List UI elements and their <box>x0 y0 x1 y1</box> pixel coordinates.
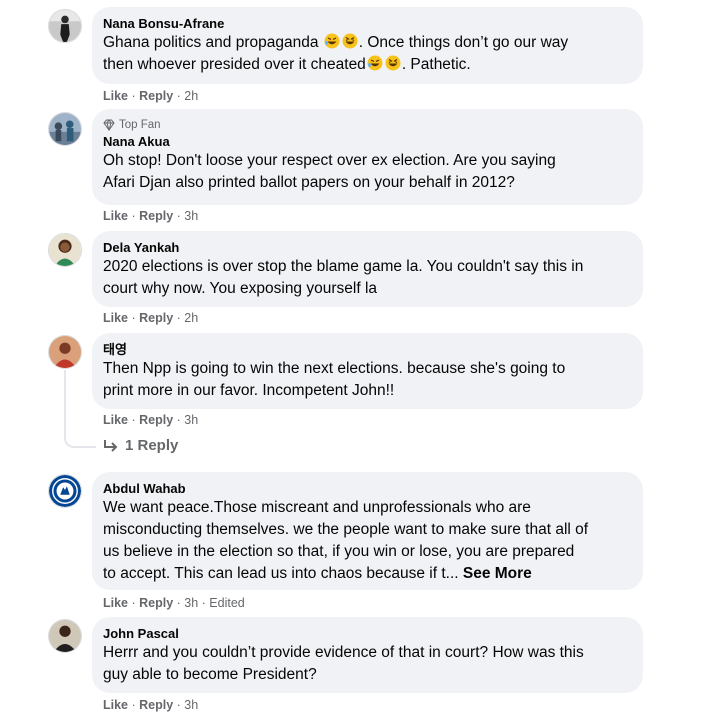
comment-text-line: print more in our favor. Incompetent Joh… <box>103 382 395 399</box>
group-photo-avatar-icon <box>49 113 81 145</box>
comment-text-part: Ghana politics and propaganda <box>103 34 319 51</box>
badge-label: Top Fan <box>119 119 161 131</box>
comment-text-line: to accept. This can lead us into chaos b… <box>103 565 459 582</box>
comment-author[interactable]: John Pascal <box>103 625 631 642</box>
reply-button[interactable]: Reply <box>139 413 173 427</box>
grinning-squinting-emoji-icon <box>342 33 358 49</box>
comment-text: Herrr and you couldn’t provide evidence … <box>103 642 631 686</box>
comment-bubble: Top Fan Nana Akua Oh stop! Don't loose y… <box>92 109 643 205</box>
comment-actions: Like · Reply · 3h <box>103 698 199 712</box>
comment-text-line: Then Npp is going to win the next electi… <box>103 360 566 377</box>
comment-text: We want peace.Those miscreant and unprof… <box>103 497 631 585</box>
comment-text-part: . Once things don’t go our way <box>358 34 569 51</box>
like-button[interactable]: Like <box>103 413 128 427</box>
chelsea-crest-avatar-icon <box>49 475 81 507</box>
timestamp[interactable]: 3h <box>184 413 198 427</box>
like-button[interactable]: Like <box>103 698 128 712</box>
reply-button[interactable]: Reply <box>139 89 173 103</box>
avatar[interactable] <box>48 112 82 146</box>
reply-button[interactable]: Reply <box>139 209 173 223</box>
comment-text-line: We want peace.Those miscreant and unprof… <box>103 499 531 516</box>
comment-author[interactable]: Dela Yankah <box>103 239 631 256</box>
comment-bubble: 태영 Then Npp is going to win the next ele… <box>92 333 643 409</box>
woman-photo-avatar-icon <box>49 234 81 266</box>
comment-bubble: John Pascal Herrr and you couldn’t provi… <box>92 617 643 693</box>
timestamp[interactable]: 3h <box>184 698 198 712</box>
reply-arrow-icon <box>104 439 118 452</box>
top-fan-badge[interactable]: Top Fan <box>103 117 631 133</box>
comment-text-line: guy able to become President? <box>103 666 317 683</box>
replies-label: 1 Reply <box>125 437 179 454</box>
comment-text: Ghana politics and propaganda . Once thi… <box>103 32 631 76</box>
comment-bubble: Nana Bonsu-Afrane Ghana politics and pro… <box>92 7 643 84</box>
comment-text-line: court why now. You exposing yourself la <box>103 280 378 297</box>
like-button[interactable]: Like <box>103 596 128 610</box>
view-replies-button[interactable]: 1 Reply <box>103 437 178 454</box>
timestamp[interactable]: 3h <box>184 209 198 223</box>
reply-button[interactable]: Reply <box>139 596 173 610</box>
grinning-squinting-emoji-icon <box>385 55 401 71</box>
comment-text: 2020 elections is over stop the blame ga… <box>103 256 631 300</box>
comment-text-line: misconducting themselves. we the people … <box>103 521 589 538</box>
comment-author[interactable]: 태영 <box>103 341 631 358</box>
comment-text-line: 2020 elections is over stop the blame ga… <box>103 258 584 275</box>
comment-actions: Like · Reply · 2h <box>103 89 199 103</box>
like-button[interactable]: Like <box>103 311 128 325</box>
comment-actions: Like · Reply · 3h <box>103 413 199 427</box>
comment-author[interactable]: Nana Akua <box>103 133 631 150</box>
comment-text: Oh stop! Don't loose your respect over e… <box>103 150 631 194</box>
like-button[interactable]: Like <box>103 89 128 103</box>
comment-actions: Like · Reply · 2h <box>103 311 199 325</box>
avatar[interactable] <box>48 233 82 267</box>
comment-actions: Like · Reply · 3h <box>103 209 199 223</box>
comment-text-part: . Pathetic. <box>401 56 471 73</box>
avatar[interactable] <box>48 474 82 508</box>
avatar[interactable] <box>48 9 82 43</box>
timestamp[interactable]: 3h <box>184 596 198 610</box>
diamond-icon <box>103 119 115 131</box>
comment-text-line: Oh stop! Don't loose your respect over e… <box>103 152 556 169</box>
timestamp[interactable]: 2h <box>184 311 198 325</box>
comment-text-line: Herrr and you couldn’t provide evidence … <box>103 644 584 661</box>
avatar[interactable] <box>48 619 82 653</box>
comment-text-line: us believe in the election so that, if y… <box>103 543 575 560</box>
laughing-emoji-icon <box>324 33 340 49</box>
comment-bubble: Dela Yankah 2020 elections is over stop … <box>92 231 643 307</box>
laughing-emoji-icon <box>367 55 383 71</box>
comment-text-part: then whoever presided over it cheated <box>103 56 366 73</box>
person-photo-avatar-icon <box>49 336 81 368</box>
person-silhouette-avatar-icon <box>49 10 81 42</box>
comment-text: Then Npp is going to win the next electi… <box>103 358 631 402</box>
like-button[interactable]: Like <box>103 209 128 223</box>
comment-author[interactable]: Nana Bonsu-Afrane <box>103 15 631 32</box>
comment-actions: Like · Reply · 3h · Edited <box>103 596 245 610</box>
timestamp[interactable]: 2h <box>184 89 198 103</box>
reply-button[interactable]: Reply <box>139 698 173 712</box>
comment-author[interactable]: Abdul Wahab <box>103 480 631 497</box>
reply-button[interactable]: Reply <box>139 311 173 325</box>
see-more-link[interactable]: See More <box>463 565 532 582</box>
avatar[interactable] <box>48 335 82 369</box>
edited-label[interactable]: Edited <box>209 596 244 610</box>
man-photo-avatar-icon <box>49 620 81 652</box>
comment-text-line: Afari Djan also printed ballot papers on… <box>103 174 515 191</box>
comment-bubble: Abdul Wahab We want peace.Those miscrean… <box>92 472 643 590</box>
